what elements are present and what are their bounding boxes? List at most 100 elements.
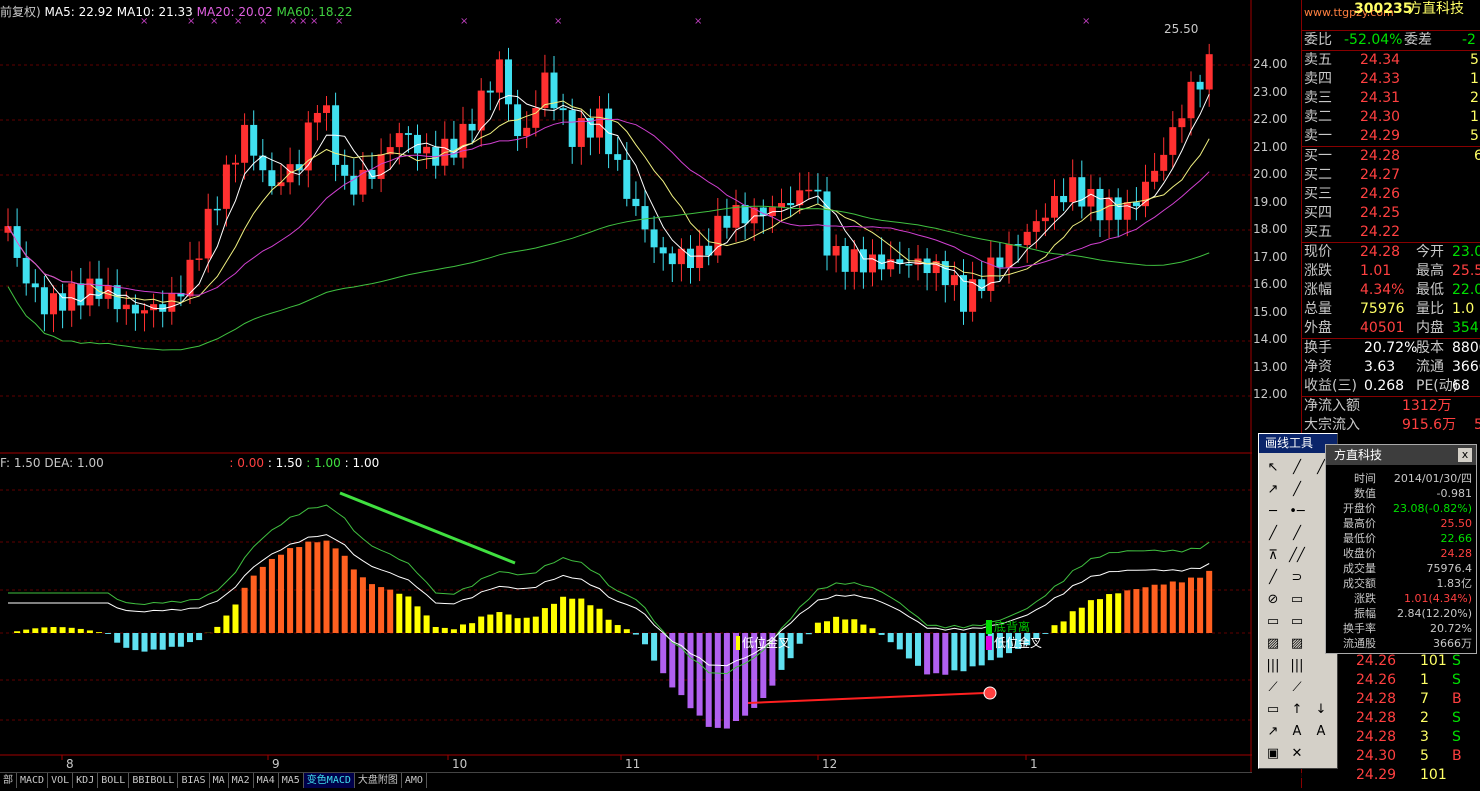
drawing-tool-icon[interactable]: ▭ [1285,589,1309,611]
candle-body [1197,82,1204,90]
tab-indicator[interactable]: MA [210,773,229,788]
drawing-tool-icon[interactable]: ↓ [1309,699,1333,721]
drawing-tool-icon[interactable]: ↑ [1285,699,1309,721]
wc-label: 委差 [1404,31,1432,50]
drawing-tool-icon[interactable]: ─ [1261,501,1285,523]
info-key: 开盘价 [1332,501,1376,516]
macd-bar [278,555,284,633]
tab-indicator[interactable]: BBIBOLL [129,773,178,788]
macd-bar [415,606,421,633]
drawing-tool-icon[interactable]: ↗ [1261,721,1285,743]
drawing-tool-icon[interactable]: ▣ [1261,743,1285,765]
tab-indicator[interactable]: MA5 [279,773,304,788]
macd-bar [915,633,921,666]
kline-chart-area[interactable]: ××××××××××××× 前复权) MA5: 22.92 MA10: 21.3… [0,0,1252,772]
candle-body [168,293,175,312]
candle-body [341,165,348,176]
macd-bar [560,597,566,633]
drawing-tool-icon[interactable]: ⟋ [1261,677,1285,699]
ask-row: 卖一24.295 [1302,127,1480,146]
price-tick-label: 21.00 [1253,140,1301,154]
macd-bar [369,584,375,633]
tab-indicator[interactable]: MA4 [254,773,279,788]
drawing-tool-icon[interactable]: ╱ [1261,523,1285,545]
tab-indicator[interactable]: AMO [402,773,427,788]
info-key: 流通股 [1332,636,1376,651]
ask-vol: 1 [1470,70,1479,89]
candle-body [1206,54,1213,89]
drawing-tool-icon[interactable]: ⊃ [1285,567,1309,589]
drawing-tool-icon[interactable] [1309,677,1333,699]
chart-canvas[interactable]: ××××××××××××× [0,0,1252,772]
candle-body [469,124,476,131]
drawing-tool-icon[interactable]: ╱ [1285,457,1309,479]
drawing-tool-icon[interactable]: ⊼ [1261,545,1285,567]
macd-bar [41,627,47,633]
candle-body [951,275,958,285]
drawing-tool-icon[interactable]: ╱ [1285,523,1309,545]
macd-bar [96,632,102,633]
drawing-tool-icon[interactable]: ▭ [1261,611,1285,633]
macd-bar [1106,594,1112,633]
macd-bar [706,633,712,727]
tab-indicator[interactable]: KDJ [73,773,98,788]
drawing-tool-icon[interactable]: ▭ [1261,699,1285,721]
drawing-tool-icon[interactable]: ✕ [1285,743,1309,765]
tab-indicator[interactable]: 变色MACD [304,773,355,788]
drawing-tool-icon[interactable]: ▨ [1261,633,1285,655]
drawing-tool-icon[interactable]: ||| [1285,655,1309,677]
drawing-tool-icon[interactable]: ▣ [1309,765,1333,787]
x-tick-label: 10 [452,757,467,771]
drawing-tool-icon[interactable]: ⊘ [1261,589,1285,611]
macd-bar [660,633,666,673]
tab-indicator[interactable]: MACD [17,773,48,788]
drawing-tool-icon[interactable]: ⟋ [1285,677,1309,699]
drawing-tool-icon[interactable]: ╱ [1285,479,1309,501]
bid-row: 买五 24.22 [1302,223,1480,242]
candle-body [1060,196,1067,202]
price-tick-label: 24.00 [1253,57,1301,71]
macd-bar [260,567,266,633]
drawing-tool-icon[interactable]: ↗ [1261,479,1285,501]
drawing-tool-icon[interactable]: ||| [1261,655,1285,677]
drawing-tool-icon[interactable] [1309,655,1333,677]
drawing-tool-icon[interactable]: ▭ [1285,765,1309,787]
ask-label: 卖五 [1304,51,1332,70]
stat2-value: 3.63 [1364,358,1395,377]
drawing-tool-icon[interactable]: ▤ [1261,765,1285,787]
tab-indicator[interactable]: MA2 [229,773,254,788]
drawing-tool-icon[interactable]: ▭ [1285,611,1309,633]
drawing-tool-icon[interactable]: ╱ [1261,567,1285,589]
stat-value: 75976 [1360,300,1405,319]
ma-legend: 前复权) MA5: 22.92 MA10: 21.33 MA20: 20.02 … [0,3,353,20]
drawing-tool-icon[interactable]: A [1309,721,1333,743]
signal-marker: × [1082,16,1090,27]
candle-body [723,216,730,228]
candle-body [623,160,630,199]
macd-bar [806,633,812,634]
candle-body [396,133,403,147]
bid-price: 24.22 [1360,223,1400,242]
bid-label: 买五 [1304,223,1332,242]
drawing-tool-icon[interactable]: ╱╱ [1285,545,1309,567]
tick-price: 24.30 [1356,747,1396,766]
drawing-tool-icon[interactable] [1309,743,1333,765]
bar-info-window[interactable]: 方直科技 x 时间2014/01/30/四数值-0.981开盘价23.08(-0… [1325,444,1477,654]
indicator-tabs: 部MACDVOLKDJBOLLBBIBOLLBIASMAMA2MA4MA5变色M… [0,772,1252,788]
drawing-tool-icon[interactable]: ↖ [1261,457,1285,479]
drawing-tool-icon[interactable]: •─ [1285,501,1309,523]
tab-indicator[interactable]: VOL [48,773,73,788]
price-tick-label: 16.00 [1253,277,1301,291]
tab-indicator[interactable]: BIAS [178,773,209,788]
info-row: 成交量75976.4 [1326,561,1476,576]
tab-indicator[interactable]: 大盘附图 [355,773,402,788]
tab-indicator[interactable]: BOLL [98,773,129,788]
tick-price: 24.26 [1356,652,1396,671]
flow-extra: 5 [1474,416,1480,435]
close-button[interactable]: x [1458,448,1472,462]
tab-indicator[interactable]: 部 [0,773,17,788]
drawing-tool-icon[interactable]: A [1285,721,1309,743]
bid-vol: 6 [1474,147,1480,166]
tick-vol: 1 [1420,671,1429,690]
drawing-tool-icon[interactable]: ▨ [1285,633,1309,655]
